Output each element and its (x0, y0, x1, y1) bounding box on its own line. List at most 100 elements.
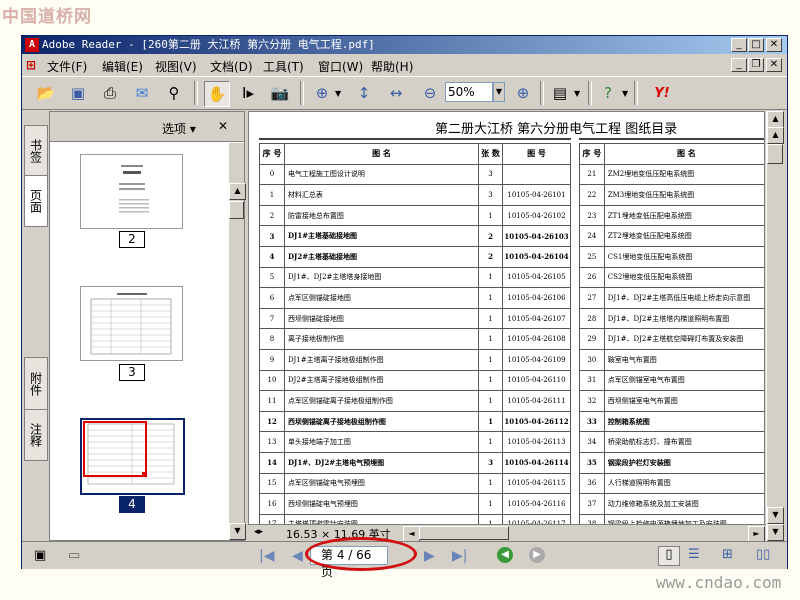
doc-page-down[interactable]: ▼ (767, 507, 784, 524)
table-row: 2 防雷接地总布置图 1 10105-04-26102 (259, 204, 571, 227)
menu-bar: ⊞ 文件(F) 编辑(E) 视图(V) 文档(D) 工具(T) 窗口(W) 帮助… (22, 55, 787, 75)
menu-file[interactable]: 文件(F) (47, 58, 87, 75)
zoom-select-arrow[interactable]: ▼ (493, 82, 505, 102)
doc-properties-icon[interactable]: ▭ (68, 548, 80, 563)
fit-page-icon[interactable]: ↕ (352, 81, 376, 105)
facing-icon[interactable]: ⊞ (722, 547, 733, 562)
row-index: 22 (579, 184, 605, 206)
doc-restore-button[interactable]: ❐ (748, 58, 764, 72)
tab-pages[interactable]: 页面 (24, 175, 48, 227)
screen-icon[interactable]: ▣ (34, 548, 46, 563)
maximize-button[interactable]: □ (748, 38, 764, 52)
menu-edit[interactable]: 编辑(E) (102, 58, 143, 75)
page-layout-icon[interactable]: ▤ (548, 81, 572, 105)
doc-page-up[interactable]: ▲ (767, 127, 784, 144)
hscroll-thumb[interactable] (419, 526, 509, 540)
zoom-input[interactable]: 50% (445, 82, 493, 102)
select-text-icon[interactable]: I▸ (236, 81, 260, 105)
table-row: 6 点军区侧锚碇接地图 1 10105-04-26106 (259, 287, 571, 309)
save-icon[interactable]: ▣ (66, 81, 90, 105)
zoom-out-icon[interactable]: ⊖ (418, 81, 442, 105)
help-icon[interactable]: ? (596, 81, 620, 105)
print-icon[interactable]: ⎙ (98, 81, 122, 105)
yahoo-icon[interactable]: Y! (644, 81, 680, 105)
document-scrollbar[interactable]: ▲ ▲ ▼ ▼ (766, 111, 784, 541)
doc-close-button[interactable]: ✕ (766, 58, 782, 72)
row-index: 3 (259, 225, 285, 247)
snapshot-icon[interactable]: 📷 (268, 81, 292, 105)
row-name: ZT2埋地变低压配电系统图 (603, 225, 764, 247)
last-page-icon[interactable]: ▶| (452, 548, 467, 564)
panel-scrollbar[interactable]: ▲ ▼ (228, 143, 246, 540)
next-page-icon[interactable]: ▶ (424, 548, 435, 564)
zoom-in-icon[interactable]: ⊕ (310, 81, 334, 105)
prev-page-icon[interactable]: ◀ (292, 548, 303, 564)
table-row: 36 人行梯道照明布置图 (579, 472, 764, 495)
table-row: 4 DJ2#主塔基础接地图 2 10105-04-26104 (259, 245, 571, 268)
app-icon: A (25, 38, 39, 52)
continuous-facing-icon[interactable]: ▯▯ (756, 547, 770, 562)
table-row: 0 电气工程施工图设计说明 3 (259, 163, 571, 186)
row-index: 28 (579, 307, 605, 330)
row-name: DJ2#主塔基础接地图 (283, 245, 480, 268)
doc-minimize-button[interactable]: _ (731, 58, 747, 72)
doc-scroll-down[interactable]: ▼ (767, 524, 784, 541)
open-icon[interactable]: 📂 (34, 81, 58, 105)
row-name: 离子接地极制作图 (283, 328, 480, 350)
panel-scroll-down[interactable]: ▼ (229, 523, 246, 540)
header-number: 图 号 (502, 143, 571, 165)
row-index: 0 (259, 163, 285, 186)
email-icon[interactable]: ✉ (130, 81, 154, 105)
menu-tools[interactable]: 工具(T) (263, 58, 304, 75)
forward-view-icon[interactable]: ▶ (529, 547, 545, 563)
row-name: DJ1#、DJ2#主塔塔内梯道照明布置图 (603, 307, 764, 330)
watermark-bottom: www.cndao.com (656, 573, 782, 592)
single-page-icon[interactable]: ▯ (658, 546, 680, 566)
table-row: 37 动力维修箱系统及加工安装图 (579, 493, 764, 515)
drawing-list-left: 序 号 图 名 张 数 图 号 0 电气工程施工图设计说明 3 1 材料汇总表 3 1010… (259, 143, 571, 536)
options-menu[interactable]: 选项 ▾ (162, 120, 196, 137)
document-hscroll-bar: ◂▸ 16.53 × 11.69 英寸 ◄ ► (248, 524, 766, 543)
row-name: 鞍室电气布置图 (603, 348, 764, 371)
panel-scroll-up[interactable]: ▲ (229, 183, 246, 200)
page-thumbnail-2[interactable] (80, 154, 183, 229)
row-index: 5 (259, 266, 285, 289)
row-index: 14 (259, 451, 285, 474)
zoom-dropdown-icon[interactable]: ▼ (335, 89, 341, 98)
doc-scroll-thumb[interactable] (767, 144, 783, 164)
search-icon[interactable]: ⚲ (162, 81, 186, 105)
page-thumbnail-4[interactable] (80, 418, 185, 495)
tab-comments[interactable]: 注释 (24, 409, 48, 461)
menu-document[interactable]: 文档(D) (210, 58, 253, 75)
row-number: 10105-04-26103 (502, 225, 571, 247)
first-page-icon[interactable]: |◀ (259, 548, 274, 564)
zoom-plus-icon[interactable]: ⊕ (511, 81, 535, 105)
minimize-button[interactable]: _ (731, 38, 747, 52)
row-index: 27 (579, 287, 605, 309)
row-name: ZT1埋地变低压配电系统图 (603, 204, 764, 227)
help-dropdown-icon[interactable]: ▼ (622, 89, 628, 98)
row-name: 人行梯道照明布置图 (603, 472, 764, 495)
back-view-icon[interactable]: ◀ (497, 547, 513, 563)
doc-scroll-up[interactable]: ▲ (767, 111, 784, 128)
menu-view[interactable]: 视图(V) (155, 58, 197, 75)
continuous-icon[interactable]: ☰ (688, 547, 700, 562)
layout-dropdown-icon[interactable]: ▼ (574, 89, 580, 98)
menu-help[interactable]: 帮助(H) (371, 58, 413, 75)
tab-attachments[interactable]: 附件 (24, 357, 48, 411)
fit-width-icon[interactable]: ↔ (384, 81, 408, 105)
panel-close-icon[interactable]: ✕ (218, 119, 228, 133)
row-index: 36 (579, 472, 605, 495)
page-thumbnail-3[interactable] (80, 286, 183, 361)
row-index: 35 (579, 451, 605, 474)
row-number: 10105-04-26113 (502, 431, 571, 453)
resize-icon[interactable]: ◂▸ (254, 527, 263, 537)
menu-window[interactable]: 窗口(W) (318, 58, 363, 75)
hand-tool-icon[interactable]: ✋ (204, 81, 230, 107)
tab-bookmarks[interactable]: 书签 (24, 125, 48, 177)
table-row: 16 西坝侧锚碇电气预埋图 1 10105-04-26116 (259, 493, 571, 515)
row-name: 点军区侧锚碇离子接地极组制作图 (283, 390, 480, 412)
close-button[interactable]: ✕ (766, 38, 782, 52)
panel-scroll-thumb[interactable] (229, 201, 244, 219)
row-number: 10105-04-26111 (502, 390, 571, 412)
